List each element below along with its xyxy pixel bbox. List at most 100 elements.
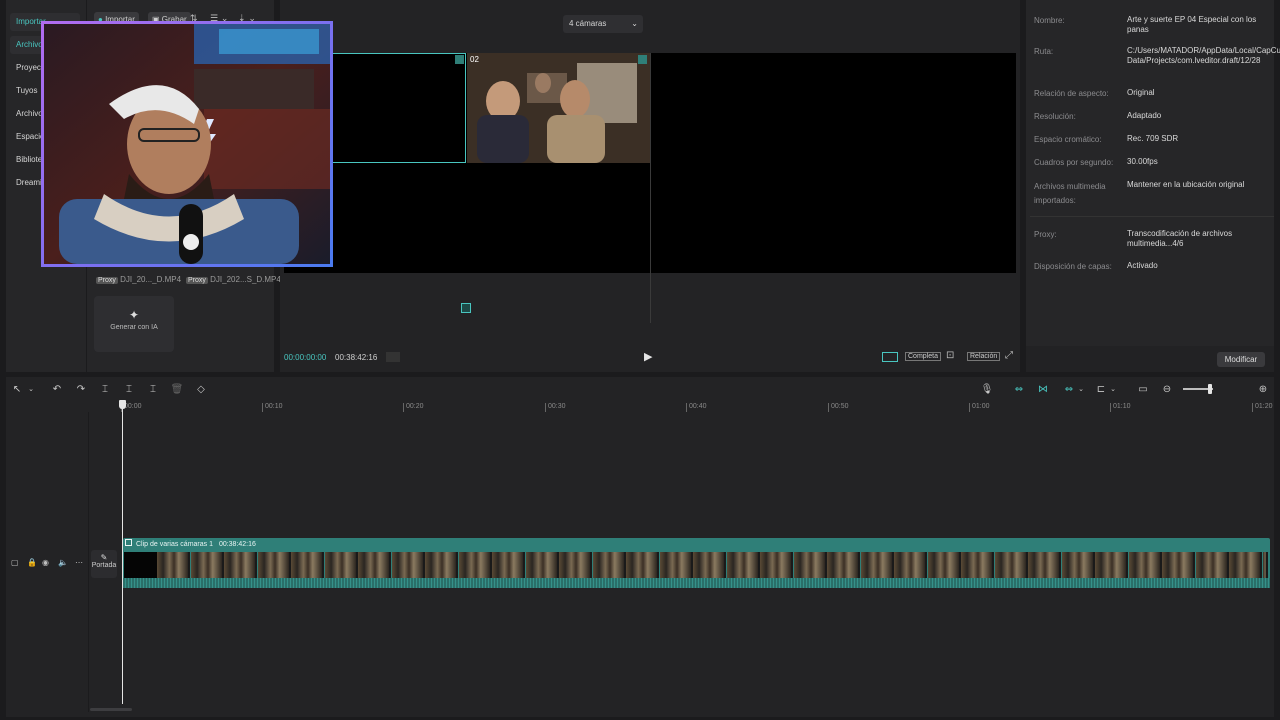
full-button[interactable]: Completa <box>905 352 941 361</box>
sparkle-icon: ✦ <box>128 308 140 322</box>
playhead-line[interactable] <box>122 408 123 704</box>
ruler-label: 00:50 <box>828 403 849 412</box>
clip-frame <box>961 552 994 578</box>
multicam-icon[interactable] <box>461 303 471 313</box>
clip-frame <box>1162 552 1195 578</box>
clip-frame <box>324 552 358 578</box>
camera-2-slot[interactable] <box>467 53 650 163</box>
prop-layers-value: Activado <box>1127 261 1158 270</box>
camera-select[interactable]: 4 cámaras ⌄ <box>563 15 643 33</box>
fullscreen-icon[interactable]: ⤢ <box>1005 350 1013 361</box>
clip-frame <box>257 552 291 578</box>
prop-proxy-label: Proxy: <box>1034 230 1057 239</box>
prop-resolution-label: Resolución: <box>1034 112 1076 121</box>
clip-frame <box>1262 552 1268 578</box>
ruler-label: 00:30 <box>545 403 566 412</box>
ruler-label: 01:10 <box>1110 403 1131 412</box>
prop-proxy-value: Transcodificación de archivos multimedia… <box>1127 229 1233 248</box>
camera-2-label: 02 <box>470 55 479 64</box>
prop-layers-label: Disposición de capas: <box>1034 262 1112 271</box>
prop-aspect-value: Original <box>1127 88 1155 97</box>
clip-frame <box>1061 552 1095 578</box>
webcam-frame <box>44 24 330 264</box>
clip-frame <box>492 552 525 578</box>
clip-frame <box>425 552 458 578</box>
redo-icon[interactable]: ↷ <box>74 382 88 396</box>
cover-button[interactable]: ✎ Portada <box>91 550 117 578</box>
clip-frame <box>927 552 961 578</box>
clip-frame <box>291 552 324 578</box>
ai-generate-tile[interactable]: ✦ Generar con IA <box>94 296 174 352</box>
split-icon[interactable]: ⌶ <box>98 382 112 396</box>
clip-thumbnail-black <box>124 552 157 578</box>
shield-icon[interactable]: ◇ <box>194 382 208 396</box>
prop-name-label: Nombre: <box>1034 16 1065 25</box>
clip-frame <box>458 552 492 578</box>
track-toggle-icon[interactable]: ▢ <box>11 558 19 567</box>
clip-name-2[interactable]: Proxy DJI_202...S_D.MP4 <box>186 275 281 284</box>
preview-dropdown-icon[interactable]: ⌄ <box>1106 382 1120 396</box>
timecode-current: 00:00:00:00 <box>284 353 327 362</box>
prop-resolution-value: Adaptado <box>1127 111 1162 120</box>
mic-icon[interactable]: 🎙 <box>980 382 994 396</box>
clip-waveform <box>123 578 1270 588</box>
grid-icon[interactable] <box>386 352 400 362</box>
clip-frame <box>525 552 559 578</box>
play-button[interactable]: ▶ <box>644 350 652 363</box>
more-icon[interactable]: ⋯ <box>75 558 83 567</box>
clip-frame <box>860 552 894 578</box>
clip-name-1[interactable]: Proxy DJI_20..._D.MP4 <box>96 275 181 284</box>
camera-2-frame <box>467 53 650 163</box>
modify-button[interactable]: Modificar <box>1217 352 1265 367</box>
zoom-slider-handle[interactable] <box>1208 384 1212 394</box>
track-header-divider <box>88 412 89 712</box>
prop-fps-value: 30.00fps <box>1127 157 1158 166</box>
horizontal-scrollbar[interactable] <box>90 708 132 711</box>
clip-frame <box>894 552 927 578</box>
prop-media-value: Mantener en la ubicación original <box>1127 180 1245 189</box>
ruler-label: 00:00 <box>121 403 142 412</box>
lock-icon[interactable]: 🔒 <box>27 558 37 567</box>
delete-icon[interactable]: 🗑 <box>170 382 184 396</box>
camera-1-slot[interactable] <box>332 53 466 163</box>
clip-frame <box>659 552 693 578</box>
clip-header: Clip de varias cámaras 1 00:38:42:16 <box>125 539 256 548</box>
clip-frame <box>1128 552 1162 578</box>
clip-frame <box>190 552 224 578</box>
prop-aspect-label: Relación de aspecto: <box>1034 89 1109 98</box>
properties-divider <box>1030 216 1274 217</box>
ruler-label: 00:10 <box>262 403 283 412</box>
clip-frame <box>1095 552 1128 578</box>
layout-icon[interactable] <box>882 352 898 362</box>
clip-frame <box>726 552 760 578</box>
select-dropdown-icon[interactable]: ⌄ <box>24 382 38 396</box>
caption-icon[interactable]: ▭ <box>1136 382 1150 396</box>
ruler-label: 00:20 <box>403 403 424 412</box>
select-tool-icon[interactable]: ↖ <box>10 382 24 396</box>
camera-2-badge <box>638 55 647 64</box>
edit-icon: ✎ <box>100 553 108 562</box>
eye-icon[interactable]: ◉ <box>42 558 49 567</box>
prop-fps-label: Cuadros por segundo: <box>1034 158 1114 167</box>
link-icon[interactable]: ⇔ <box>1012 382 1026 396</box>
prop-colorspace-value: Rec. 709 SDR <box>1127 134 1179 143</box>
ratio-button[interactable]: Relación <box>967 352 1001 361</box>
clip-frame <box>559 552 592 578</box>
zoom-in-icon[interactable]: ⊕ <box>1256 382 1270 396</box>
clip-frame <box>391 552 425 578</box>
volume-icon[interactable]: 🔈 <box>58 558 68 567</box>
clip-frame <box>626 552 659 578</box>
magnet-icon[interactable]: ⋈ <box>1036 382 1050 396</box>
clip-frame <box>224 552 257 578</box>
zoom-out-icon[interactable]: ⊖ <box>1160 382 1174 396</box>
snap-dropdown-icon[interactable]: ⌄ <box>1074 382 1088 396</box>
clip-frame <box>793 552 827 578</box>
webcam-overlay <box>41 21 333 267</box>
undo-icon[interactable]: ↶ <box>50 382 64 396</box>
split-right-icon[interactable]: ⌶ <box>146 382 160 396</box>
prop-name-value: Arte y suerte EP 04 Especial con los pan… <box>1127 15 1257 34</box>
prop-path-label: Ruta: <box>1034 47 1054 56</box>
screenshot-icon[interactable]: ⊡ <box>946 350 954 361</box>
timecode-total: 00:38:42:16 <box>335 353 378 362</box>
split-left-icon[interactable]: ⌶ <box>122 382 136 396</box>
